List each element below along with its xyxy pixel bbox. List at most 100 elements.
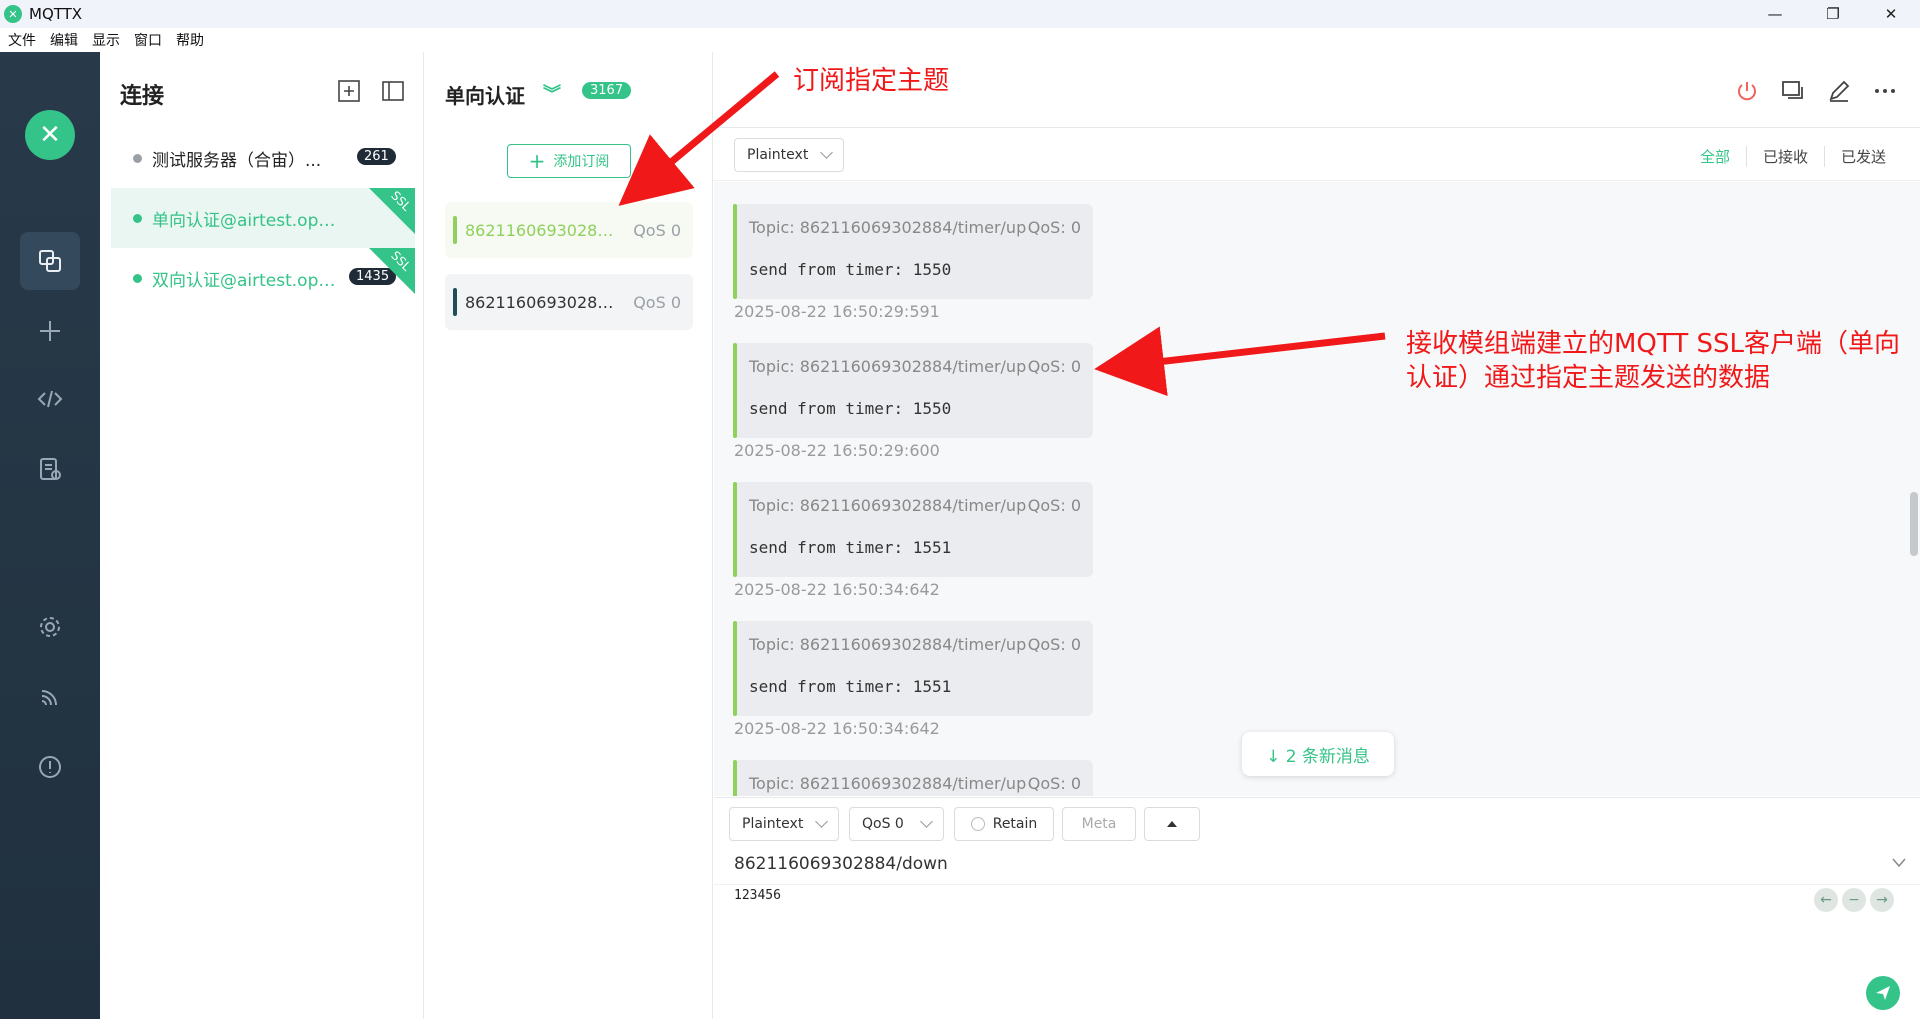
message-topic: Topic: 862116069302884/timer/up xyxy=(749,496,1027,515)
left-nav: ✕ xyxy=(0,52,100,1019)
message-payload: send from timer: 1551 xyxy=(749,538,952,557)
caret-up-icon xyxy=(1167,821,1177,827)
message-payload: send from timer: 1550 xyxy=(749,399,952,418)
unread-badge: 261 xyxy=(357,148,396,165)
subscription-item[interactable]: 86211606930288... QoS 0 xyxy=(445,274,693,330)
retain-toggle[interactable]: Retain xyxy=(954,807,1054,841)
menu-edit[interactable]: 编辑 xyxy=(50,30,78,50)
menu-bar: 文件 编辑 显示 窗口 帮助 xyxy=(0,28,1920,52)
filter-all[interactable]: 全部 xyxy=(1684,146,1746,167)
message-bar xyxy=(733,204,737,299)
connection-panel: 连接 测试服务器（合宙）... 261 单向认证@airtest.ope... … xyxy=(100,52,424,1019)
title-bar: ✕ MQTTX — ❐ ✕ xyxy=(0,0,1920,28)
message-bar xyxy=(733,760,737,796)
subscription-topic: 86211606930288... xyxy=(465,292,615,312)
message-card[interactable]: Topic: 862116069302884/timer/up QoS: 0 s… xyxy=(733,482,1093,577)
connection-item[interactable]: 双向认证@airtest.ope... 1435 SSL xyxy=(111,248,415,308)
new-messages-button[interactable]: ↓ 2 条新消息 xyxy=(1242,732,1394,776)
message-card[interactable]: Topic: 862116069302884/timer/up QoS: 0 s… xyxy=(733,621,1093,716)
send-button[interactable] xyxy=(1866,976,1900,1010)
disconnect-power-icon[interactable] xyxy=(1734,78,1760,104)
new-connection-icon[interactable] xyxy=(20,302,80,360)
payload-format-value: Plaintext xyxy=(742,816,804,832)
annotation-receive: 接收模组端建立的MQTT SSL客户端（单向认证）通过指定主题发送的数据 xyxy=(1406,329,1900,393)
chevron-down-icon xyxy=(820,146,833,159)
format-select[interactable]: Plaintext xyxy=(734,138,844,172)
connection-item-active[interactable]: 单向认证@airtest.ope... SSL xyxy=(111,188,415,248)
history-back-icon[interactable]: ← xyxy=(1814,888,1838,912)
connections-icon[interactable] xyxy=(20,232,80,290)
connections-title: 连接 xyxy=(120,84,165,109)
expand-up-button[interactable] xyxy=(1144,807,1200,841)
message-toolbar: Plaintext 全部 已接收 已发送 xyxy=(714,129,1920,181)
more-options-icon[interactable] xyxy=(1872,78,1898,104)
status-dot xyxy=(133,213,142,223)
edit-pencil-icon[interactable] xyxy=(1826,78,1852,104)
message-card[interactable]: Topic: 862116069302884/timer/up QoS: 0 s… xyxy=(733,343,1093,438)
new-window-icon[interactable] xyxy=(1780,78,1806,104)
connection-item[interactable]: 测试服务器（合宙）... 261 xyxy=(111,128,415,188)
add-connection-icon[interactable] xyxy=(336,78,362,104)
qos-value: QoS 0 xyxy=(862,816,904,832)
message-time: 2025-08-22 16:50:29:600 xyxy=(734,441,940,460)
message-time: 2025-08-22 16:50:29:591 xyxy=(734,302,940,321)
chevron-down-icon[interactable] xyxy=(1892,858,1906,868)
menu-view[interactable]: 显示 xyxy=(92,30,120,50)
message-composer: Plaintext QoS 0 Retain Meta 862116069302… xyxy=(714,797,1920,1019)
payload-editor[interactable]: 123456 xyxy=(734,888,781,903)
radio-icon xyxy=(970,817,985,831)
filter-sent[interactable]: 已发送 xyxy=(1823,146,1902,167)
message-topic: Topic: 862116069302884/timer/up xyxy=(749,357,1027,376)
plus-icon: + xyxy=(528,149,546,173)
message-topic: Topic: 862116069302884/timer/up xyxy=(749,774,1027,793)
close-button[interactable]: ✕ xyxy=(1862,0,1920,28)
script-code-icon[interactable] xyxy=(20,370,80,428)
subscription-qos: QoS 0 xyxy=(633,292,681,312)
status-dot xyxy=(133,153,142,163)
message-list[interactable]: Topic: 862116069302884/timer/up QoS: 0 s… xyxy=(714,182,1920,796)
menu-file[interactable]: 文件 xyxy=(8,30,36,50)
history-forward-icon[interactable]: → xyxy=(1870,888,1894,912)
format-value: Plaintext xyxy=(747,147,809,163)
connection-name: 双向认证@airtest.ope... xyxy=(152,270,342,291)
publish-topic-input[interactable]: 862116069302884/down xyxy=(734,854,948,874)
message-qos: QoS: 0 xyxy=(1027,774,1081,793)
toggle-sidebar-icon[interactable] xyxy=(380,78,406,104)
restore-button[interactable]: ❐ xyxy=(1804,0,1862,28)
color-bar xyxy=(453,216,457,244)
log-icon[interactable] xyxy=(20,440,80,498)
send-icon xyxy=(1876,986,1890,1000)
payload-format-select[interactable]: Plaintext xyxy=(729,807,839,841)
message-bar xyxy=(733,621,737,716)
settings-gear-icon[interactable] xyxy=(20,598,80,656)
about-info-icon[interactable] xyxy=(20,738,80,796)
message-payload: send from timer: 1551 xyxy=(749,677,952,696)
connection-name: 单向认证@airtest.ope... xyxy=(152,210,342,231)
menu-help[interactable]: 帮助 xyxy=(176,30,204,50)
meta-button[interactable]: Meta xyxy=(1062,807,1136,841)
subscription-feed-icon[interactable] xyxy=(20,668,80,726)
message-bar xyxy=(733,482,737,577)
message-qos: QoS: 0 xyxy=(1027,496,1081,515)
message-filter: 全部 已接收 已发送 xyxy=(1684,146,1902,167)
annotation-subscribe: 订阅指定主题 xyxy=(793,66,950,96)
subscription-qos: QoS 0 xyxy=(633,220,681,240)
scrollbar-thumb[interactable] xyxy=(1910,492,1918,556)
message-card[interactable]: Topic: 862116069302884/timer/up QoS: 0 xyxy=(733,760,1093,796)
connection-name: 测试服务器（合宙）... xyxy=(152,150,322,171)
message-count-badge: 3167 xyxy=(582,82,632,99)
filter-received[interactable]: 已接收 xyxy=(1745,146,1824,167)
message-card[interactable]: Topic: 862116069302884/timer/up QoS: 0 s… xyxy=(733,204,1093,299)
history-clear-icon[interactable]: − xyxy=(1842,888,1866,912)
chevron-down-icon xyxy=(920,815,933,828)
add-subscription-button[interactable]: + 添加订阅 xyxy=(507,144,631,178)
message-topic: Topic: 862116069302884/timer/up xyxy=(749,635,1027,654)
message-time: 2025-08-22 16:50:34:642 xyxy=(734,719,940,738)
subscription-item[interactable]: 86211606930288... QoS 0 xyxy=(445,202,693,258)
minimize-button[interactable]: — xyxy=(1746,0,1804,28)
qos-select[interactable]: QoS 0 xyxy=(849,807,944,841)
message-topic: Topic: 862116069302884/timer/up xyxy=(749,218,1027,237)
status-dot xyxy=(133,273,142,283)
chevron-double-down-icon[interactable]: ︾ xyxy=(543,80,561,106)
menu-window[interactable]: 窗口 xyxy=(134,30,162,50)
